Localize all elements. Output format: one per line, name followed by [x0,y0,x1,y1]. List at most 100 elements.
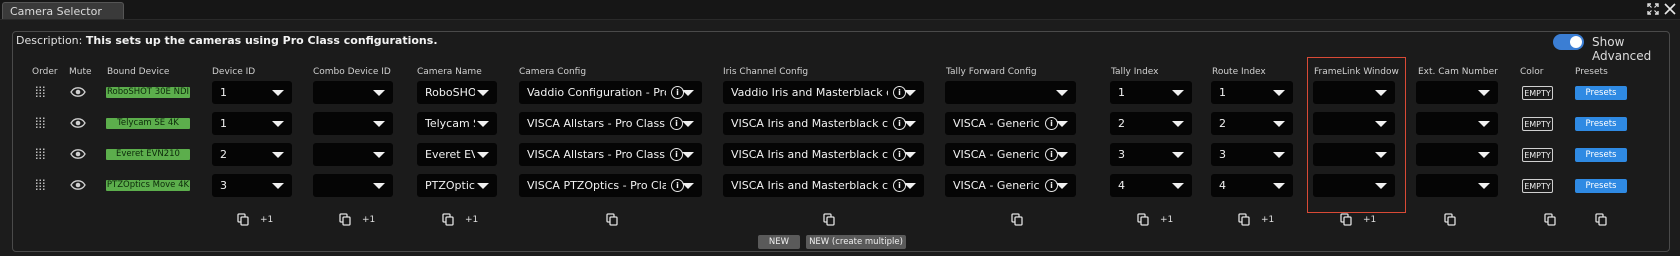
camera-config-select[interactable]: VISCA Allstars - Pro Class i [519,112,702,135]
copy-column-icon[interactable] [1595,213,1607,226]
camera-name-field[interactable]: RoboSHOT [417,81,497,104]
copy-column-icon[interactable] [823,213,835,226]
header-bound-device: Bound Device [107,67,170,77]
route-index-select[interactable]: 4 [1211,174,1293,197]
iris-channel-config-select[interactable]: VISCA Iris and Masterblack controlsi [723,112,924,135]
camera-name-field[interactable]: Telycam SE [417,112,497,135]
close-icon[interactable] [1663,2,1677,16]
show-advanced-toggle[interactable] [1553,34,1584,50]
route-index-select[interactable]: 2 [1211,112,1293,135]
presets-button[interactable]: Presets [1575,148,1627,162]
drag-handle-icon[interactable] [35,148,45,160]
combo-device-id-select[interactable] [313,81,393,104]
chevron-down-icon [1273,183,1285,189]
camera-config-select-value: Vaddio Configuration - Pro Class [527,86,666,99]
route-index-select[interactable]: 1 [1211,81,1293,104]
tally-index-select[interactable]: 4 [1110,174,1192,197]
copy-column-icon[interactable] [1340,213,1352,226]
copy-column-icon[interactable] [1011,213,1023,226]
expand-icon[interactable] [1646,2,1660,16]
combo-device-id-select[interactable] [313,143,393,166]
copy-column-icon[interactable] [1444,213,1456,226]
copy-column-icon[interactable] [1238,213,1250,226]
device-id-select[interactable]: 1 [212,81,292,104]
bound-device-badge[interactable]: PTZOptics Move 4K [106,180,190,191]
combo-device-id-select[interactable] [313,174,393,197]
ext-cam-number-select[interactable] [1416,143,1498,166]
chevron-down-icon [1172,183,1184,189]
device-id-select-value: 1 [220,86,227,99]
camera-config-select[interactable]: VISCA Allstars - Pro Class i [519,143,702,166]
tally-forward-config-select[interactable]: VISCA - Generic - Tallyi [945,112,1076,135]
tally-index-select-value: 1 [1118,86,1125,99]
tally-forward-config-select[interactable]: VISCA - Generic - Tallyi [945,174,1076,197]
iris-channel-config-select[interactable]: VISCA Iris and Masterblack controlsi [723,143,924,166]
iris-channel-config-select-value: VISCA Iris and Masterblack controls [731,148,888,161]
copy-plus-one[interactable]: +1 [465,215,478,225]
copy-plus-one[interactable]: +1 [1363,215,1376,225]
device-id-select[interactable]: 1 [212,112,292,135]
bound-device-badge[interactable]: Everet EVN210 [106,149,190,160]
camera-name-field-value: RoboSHOT [425,86,475,99]
tally-index-select-value: 4 [1118,179,1125,192]
device-id-select[interactable]: 2 [212,143,292,166]
copy-column-icon[interactable] [1544,213,1556,226]
camera-config-select[interactable]: VISCA PTZOptics - Pro Classi [519,174,702,197]
copy-column-icon[interactable] [237,213,249,226]
color-empty-button[interactable]: EMPTY [1522,148,1553,162]
copy-plus-one[interactable]: +1 [362,215,375,225]
mute-eye-icon[interactable] [70,180,86,190]
copy-plus-one[interactable]: +1 [1261,215,1274,225]
device-id-select-value: 2 [220,148,227,161]
drag-handle-icon[interactable] [35,117,45,129]
copy-plus-one[interactable]: +1 [1160,215,1173,225]
ext-cam-number-select[interactable] [1416,81,1498,104]
mute-eye-icon[interactable] [70,87,86,97]
new-create-multiple-button[interactable]: NEW (create multiple) [806,235,906,249]
presets-button[interactable]: Presets [1575,117,1627,131]
device-id-select-value: 3 [220,179,227,192]
drag-handle-icon[interactable] [35,179,45,191]
color-empty-button[interactable]: EMPTY [1522,86,1553,100]
iris-channel-config-select[interactable]: Vaddio Iris and Masterblack controlsi [723,81,924,104]
tally-forward-config-select-value: VISCA - Generic - Tally [953,179,1040,192]
copy-column-icon[interactable] [1137,213,1149,226]
camera-name-field[interactable]: Everet EVN [417,143,497,166]
chevron-down-icon [1172,90,1184,96]
route-index-select-value: 4 [1219,179,1226,192]
route-index-select[interactable]: 3 [1211,143,1293,166]
combo-device-id-select[interactable] [313,112,393,135]
drag-handle-icon[interactable] [35,86,45,98]
iris-channel-config-select[interactable]: VISCA Iris and Masterblack controlsi [723,174,924,197]
tally-index-select-value: 2 [1118,117,1125,130]
color-empty-button[interactable]: EMPTY [1522,179,1553,193]
ext-cam-number-select[interactable] [1416,112,1498,135]
chevron-down-icon [1056,152,1068,158]
tally-index-select[interactable]: 3 [1110,143,1192,166]
framelink-window-highlight [1307,57,1406,213]
ext-cam-number-select[interactable] [1416,174,1498,197]
mute-eye-icon[interactable] [70,118,86,128]
tally-forward-config-select[interactable] [945,81,1076,104]
color-empty-button[interactable]: EMPTY [1522,117,1553,131]
tally-index-select[interactable]: 1 [1110,81,1192,104]
tally-index-select[interactable]: 2 [1110,112,1192,135]
copy-column-icon[interactable] [606,213,618,226]
mute-eye-icon[interactable] [70,149,86,159]
copy-column-icon[interactable] [339,213,351,226]
device-id-select[interactable]: 3 [212,174,292,197]
camera-config-select[interactable]: Vaddio Configuration - Pro Classi [519,81,702,104]
presets-button[interactable]: Presets [1575,179,1627,193]
camera-name-field[interactable]: PTZOptics I [417,174,497,197]
presets-button[interactable]: Presets [1575,86,1627,100]
tally-forward-config-select[interactable]: VISCA - Generic - Tallyi [945,143,1076,166]
tab-camera-selector[interactable]: Camera Selector [2,2,124,19]
camera-name-field-value: Everet EVN [425,148,475,161]
description-text: This sets up the cameras using Pro Class… [85,34,438,47]
copy-plus-one[interactable]: +1 [260,215,273,225]
bound-device-badge[interactable]: RoboSHOT 30E NDI [106,87,190,98]
bound-device-badge[interactable]: Telycam SE 4K [106,118,190,129]
chevron-down-icon [682,121,694,127]
new-button[interactable]: NEW [758,235,800,249]
copy-column-icon[interactable] [442,213,454,226]
